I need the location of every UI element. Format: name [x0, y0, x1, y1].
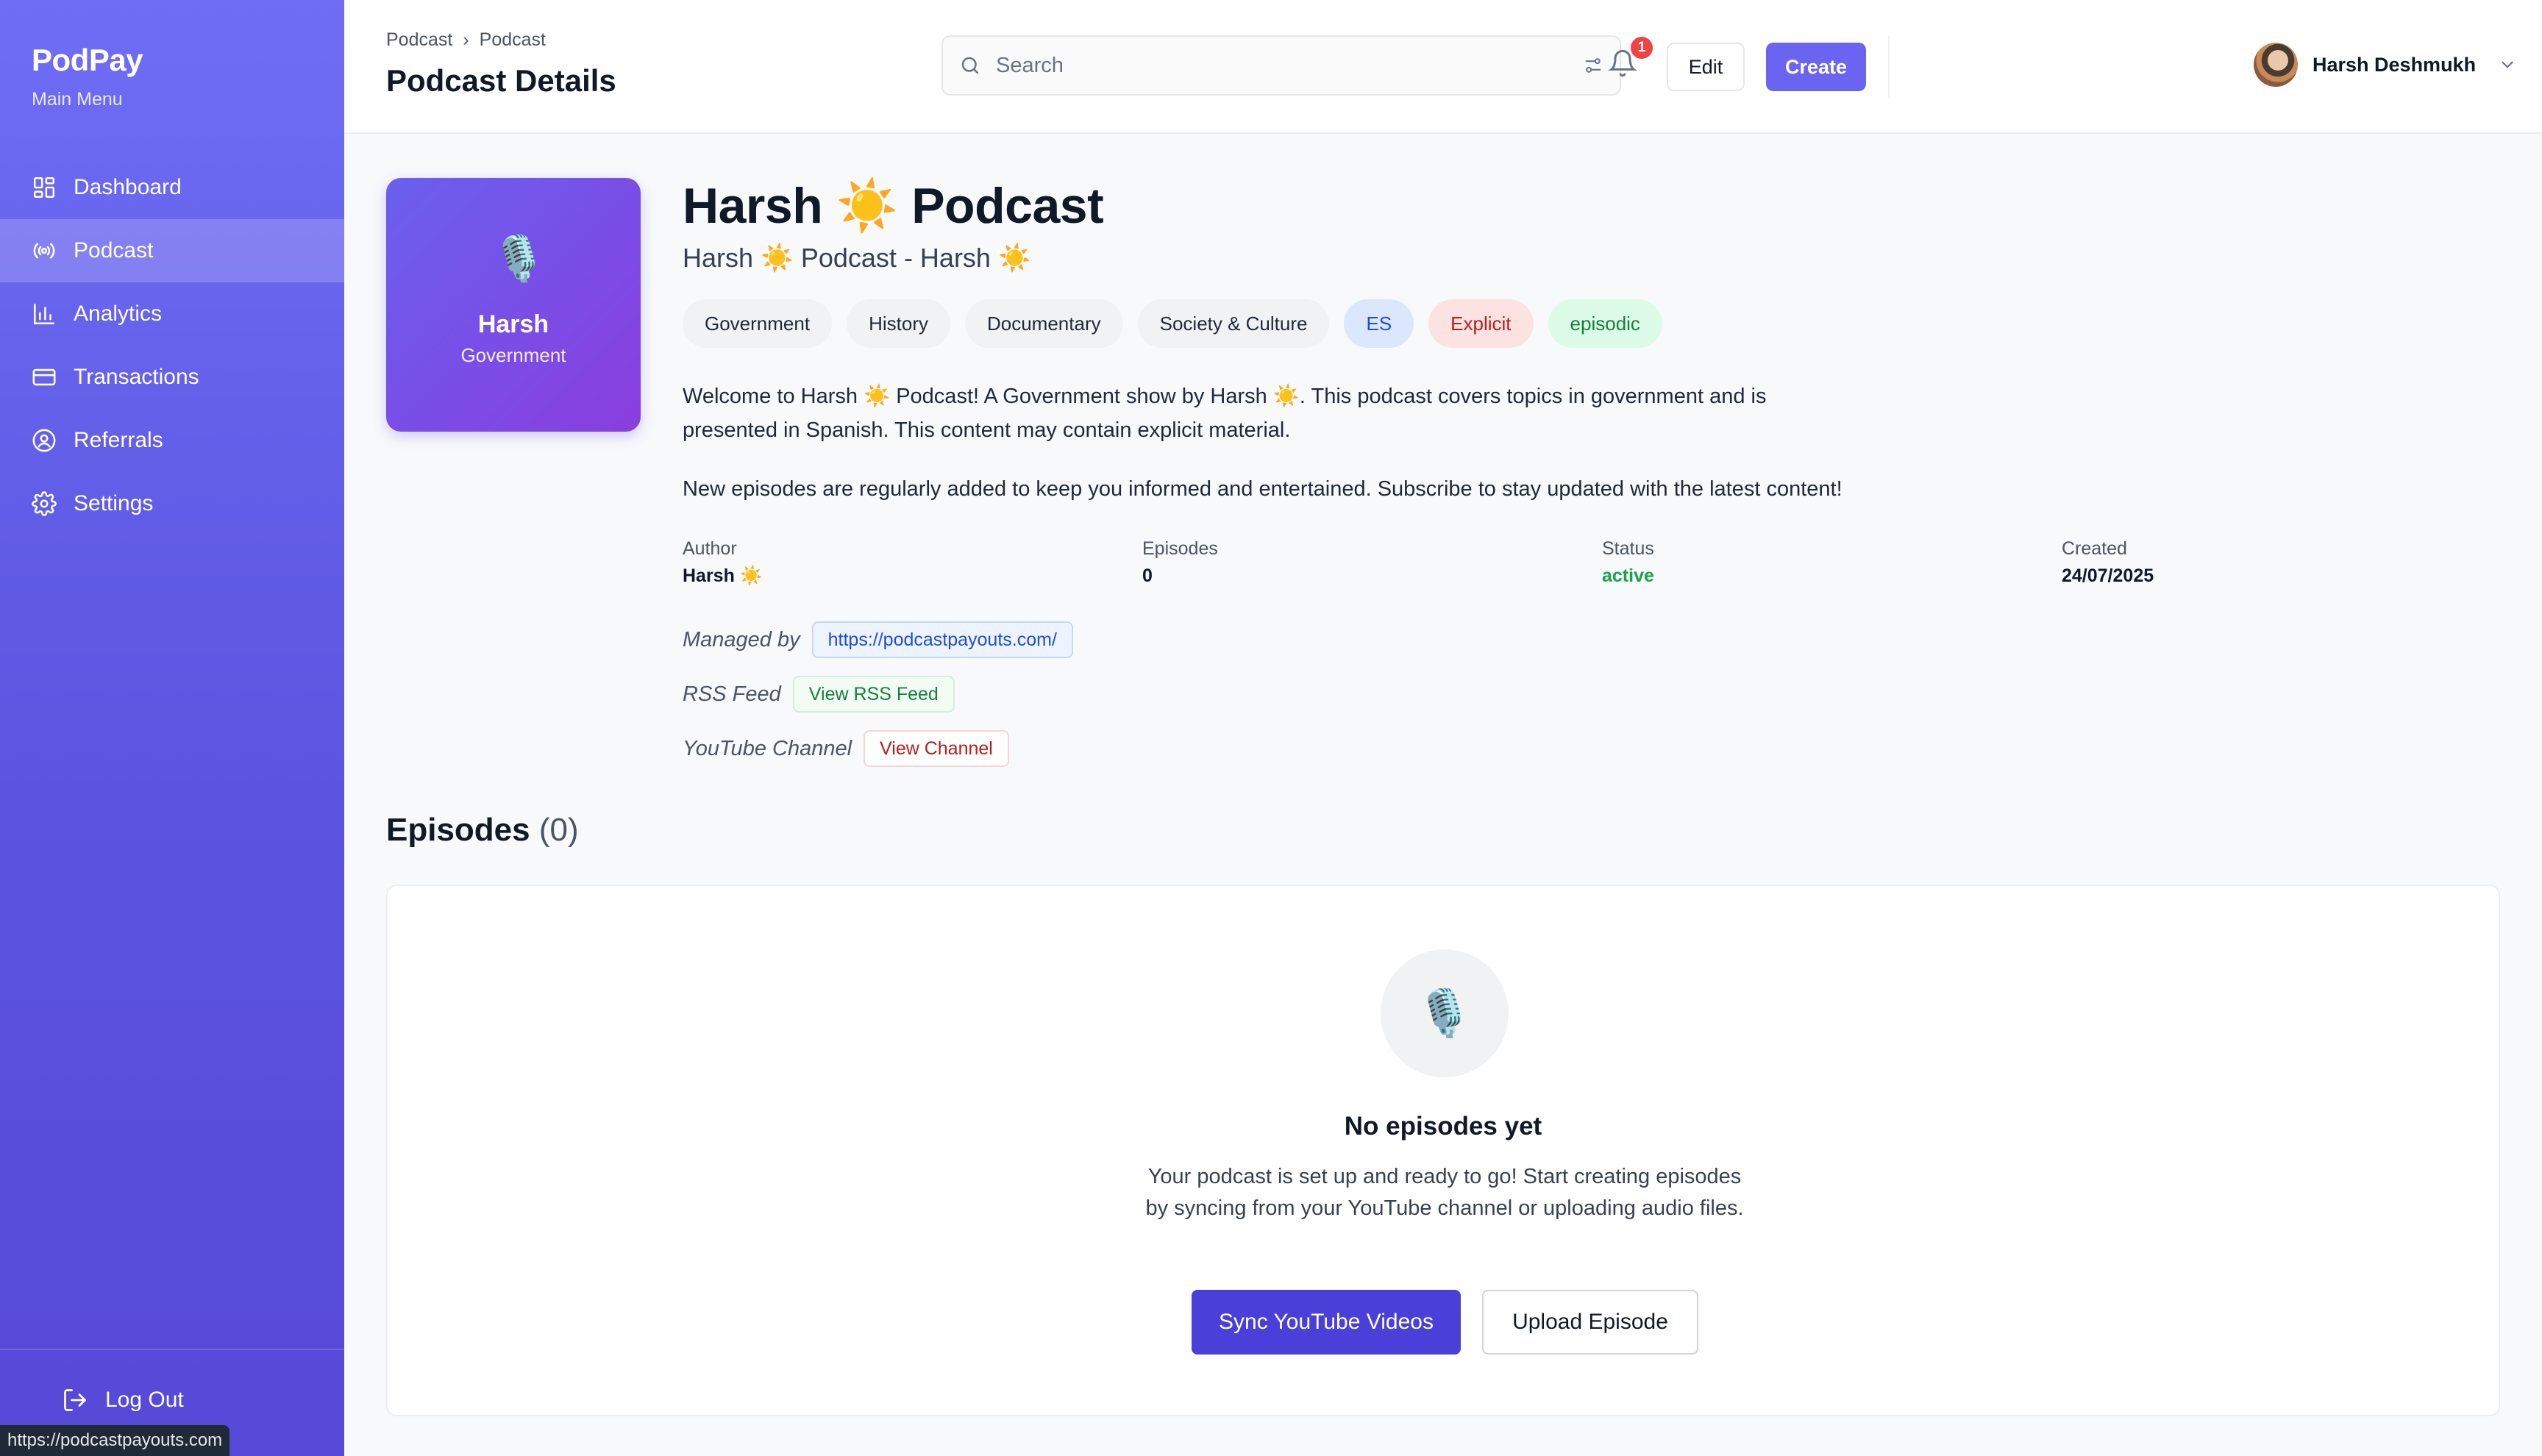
meta-label: Author	[683, 538, 737, 559]
sidebar-item-label: Transactions	[74, 365, 199, 389]
sidebar-item-podcast[interactable]: Podcast	[0, 219, 344, 282]
meta-value: 24/07/2025	[2062, 565, 2154, 586]
podcast-title: Harsh ☀️ Podcast	[683, 178, 1104, 234]
sidebar-nav: Dashboard Podcast Analytics Transactions…	[0, 156, 344, 535]
tag-documentary[interactable]: Documentary	[964, 299, 1123, 348]
user-menu[interactable]: Harsh Deshmukh	[2254, 43, 2517, 87]
meta-status: Status active	[1602, 538, 1654, 587]
view-rss-feed-link[interactable]: View RSS Feed	[792, 676, 955, 713]
chevron-down-icon	[2502, 61, 2513, 68]
tag-government[interactable]: Government	[683, 299, 833, 348]
episodes-empty-state: 🎙️ No episodes yet Your podcast is set u…	[386, 885, 2500, 1416]
episodes-heading-label: Episodes	[386, 812, 530, 848]
search-input[interactable]	[996, 53, 1570, 78]
logout-button[interactable]: Log Out	[62, 1387, 184, 1413]
cover-title: Harsh	[477, 310, 549, 338]
empty-state-text: Your podcast is set up and ready to go! …	[1145, 1165, 1744, 1220]
credit-card-icon	[32, 365, 57, 390]
header-divider	[1888, 35, 1890, 97]
logout-icon	[64, 1389, 86, 1411]
top-header: Podcast › Podcast Podcast Details 1 Edit…	[344, 0, 2542, 134]
view-channel-link[interactable]: View Channel	[864, 730, 1009, 767]
broadcast-icon	[32, 238, 57, 263]
episodic-badge: episodic	[1548, 299, 1662, 348]
breadcrumb-item: Podcast	[479, 29, 547, 50]
meta-created: Created 24/07/2025	[2062, 538, 2154, 587]
user-name: Harsh Deshmukh	[2313, 53, 2477, 76]
breadcrumb: Podcast › Podcast	[386, 29, 546, 51]
sidebar-item-settings[interactable]: Settings	[0, 472, 344, 535]
meta-label: Episodes	[1142, 538, 1218, 559]
meta-value: 0	[1142, 565, 1153, 586]
podcast-tags: Government History Documentary Society &…	[683, 299, 1662, 348]
sidebar: PodPay Main Menu Dashboard Podcast Analy…	[0, 0, 344, 1456]
status-value: active	[1602, 565, 1654, 586]
user-circle-icon	[32, 428, 57, 453]
upload-episode-button[interactable]: Upload Episode	[1482, 1290, 1698, 1355]
sidebar-item-label: Podcast	[74, 238, 154, 263]
sync-youtube-videos-button[interactable]: Sync YouTube Videos	[1192, 1290, 1461, 1355]
notification-count-badge: 1	[1631, 37, 1653, 59]
sidebar-item-analytics[interactable]: Analytics	[0, 282, 344, 346]
gear-icon	[32, 491, 57, 516]
meta-label: Created	[2062, 538, 2127, 559]
filter-icon[interactable]	[1583, 55, 1603, 76]
explicit-badge: Explicit	[1428, 299, 1534, 348]
podcast-description-extra: New episodes are regularly added to keep…	[683, 477, 1843, 501]
sidebar-item-label: Settings	[74, 491, 154, 515]
managed-by-label: Managed by	[683, 627, 800, 652]
meta-label: Status	[1602, 538, 1654, 559]
rss-feed-row: RSS Feed View RSS Feed	[683, 676, 955, 713]
rss-feed-label: RSS Feed	[683, 682, 781, 706]
meta-author: Author Harsh ☀️	[683, 538, 763, 587]
cover-category: Government	[460, 344, 566, 366]
sidebar-divider	[0, 1349, 344, 1350]
meta-episodes: Episodes 0	[1142, 538, 1218, 587]
search-bar[interactable]	[941, 35, 1621, 96]
sidebar-item-label: Analytics	[74, 301, 163, 326]
sidebar-item-label: Dashboard	[74, 175, 182, 199]
sidebar-item-dashboard[interactable]: Dashboard	[0, 156, 344, 219]
episodes-heading: Episodes (0)	[386, 812, 579, 849]
main-menu-label: Main Menu	[32, 89, 123, 110]
youtube-channel-label: YouTube Channel	[683, 736, 852, 760]
meta-value: Harsh ☀️	[683, 565, 763, 586]
microphone-icon: 🎙️	[491, 234, 547, 283]
logout-label: Log Out	[105, 1388, 184, 1412]
breadcrumb-separator: ›	[463, 29, 469, 50]
microphone-icon: 🎙️	[1381, 949, 1509, 1077]
sidebar-item-transactions[interactable]: Transactions	[0, 346, 344, 409]
empty-state-title: No episodes yet	[1344, 1112, 1542, 1141]
bar-chart-icon	[32, 301, 57, 326]
search-icon	[961, 57, 979, 74]
podcast-cover-art: 🎙️ Harsh Government	[386, 178, 641, 432]
page-title: Podcast Details	[386, 63, 616, 98]
podcast-description: Welcome to Harsh ☀️ Podcast! A Governmen…	[683, 385, 1767, 442]
avatar	[2254, 43, 2298, 87]
podcast-subtitle: Harsh ☀️ Podcast - Harsh ☀️	[683, 243, 1031, 273]
episodes-count: (0)	[538, 812, 579, 848]
managed-by-row: Managed by https://podcastpayouts.com/	[683, 621, 1073, 658]
youtube-channel-row: YouTube Channel View Channel	[683, 730, 1009, 767]
link-preview-status-bar: https://podcastpayouts.com	[0, 1425, 230, 1456]
dashboard-icon	[32, 175, 57, 200]
breadcrumb-item[interactable]: Podcast	[386, 29, 452, 51]
managed-by-link[interactable]: https://podcastpayouts.com/	[811, 621, 1073, 658]
sidebar-item-referrals[interactable]: Referrals	[0, 409, 344, 472]
tag-history[interactable]: History	[847, 299, 950, 348]
edit-button[interactable]: Edit	[1667, 43, 1745, 91]
tag-society-culture[interactable]: Society & Culture	[1137, 299, 1330, 348]
sidebar-item-label: Referrals	[74, 428, 163, 452]
create-button[interactable]: Create	[1766, 43, 1866, 91]
language-badge: ES	[1344, 299, 1414, 348]
app-logo[interactable]: PodPay	[32, 43, 143, 78]
